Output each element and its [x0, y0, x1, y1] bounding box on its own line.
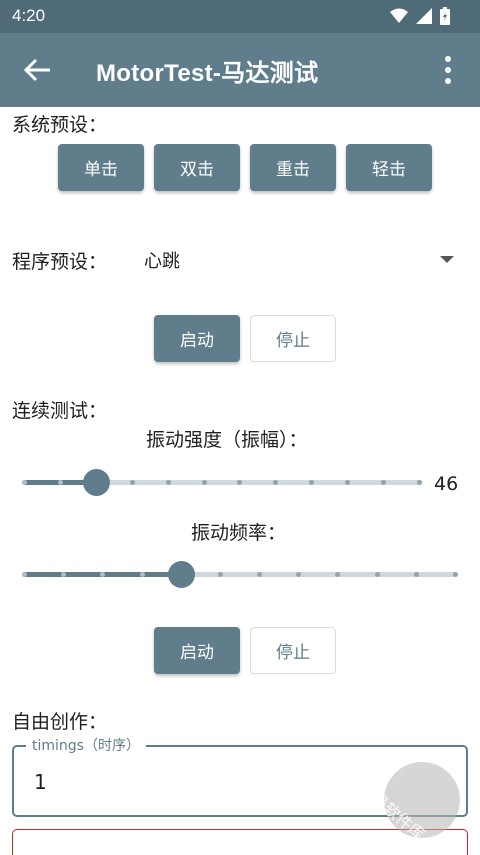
status-icons	[390, 7, 450, 25]
slider-tick	[139, 572, 145, 577]
preset-heavy-click-button[interactable]: 重击	[250, 144, 336, 191]
timings-field-value[interactable]: 1	[34, 770, 47, 794]
program-start-button[interactable]: 启动	[154, 315, 240, 362]
program-presets-label: 程序预设：	[12, 251, 108, 273]
status-bar: 4:20	[0, 0, 480, 33]
slider-tick	[217, 572, 223, 577]
slider-thumb[interactable]	[167, 561, 195, 588]
free-creation-label: 自由创作：	[12, 711, 108, 733]
battery-icon	[440, 7, 450, 25]
wifi-icon	[390, 8, 408, 23]
more-vert-icon[interactable]	[444, 55, 452, 85]
program-preset-selected: 心跳	[144, 251, 180, 272]
preset-double-click-button[interactable]: 双击	[154, 144, 240, 191]
continuous-test-label: 连续测试：	[12, 400, 108, 422]
preset-light-click-button[interactable]: 轻击	[346, 144, 432, 191]
timings-field-label: timings（时序）	[26, 735, 146, 755]
intensity-label: 振动强度（振幅）：	[146, 429, 308, 451]
continuous-start-button[interactable]: 启动	[154, 627, 240, 674]
frequency-slider[interactable]	[22, 560, 458, 590]
slider-tick	[22, 480, 27, 485]
slider-tick	[417, 480, 422, 485]
program-stop-button[interactable]: 停止	[250, 315, 336, 362]
slider-tick	[57, 480, 63, 485]
signal-icon	[416, 8, 432, 24]
slider-tick	[453, 572, 458, 577]
slider-tick	[201, 480, 207, 485]
slider-tick	[165, 480, 171, 485]
slider-tick	[374, 572, 380, 577]
slider-tick	[413, 572, 419, 577]
app-bar: MotorTest-马达测试	[0, 33, 480, 107]
intensity-value: 46	[434, 473, 459, 495]
page-title: MotorTest-马达测试	[96, 60, 319, 87]
status-time: 4:20	[12, 6, 46, 25]
intensity-slider[interactable]	[22, 468, 422, 498]
arrow-back-icon[interactable]	[22, 57, 52, 83]
dropdown-arrow-icon[interactable]	[440, 256, 454, 263]
system-presets-label: 系统预设：	[12, 114, 108, 136]
slider-tick	[22, 572, 27, 577]
frequency-label: 振动频率：	[191, 522, 287, 544]
preset-single-click-button[interactable]: 单击	[58, 144, 144, 191]
continuous-stop-button[interactable]: 停止	[250, 627, 336, 674]
amplitudes-field[interactable]	[12, 829, 468, 855]
slider-thumb[interactable]	[82, 469, 110, 496]
slider-tick	[129, 480, 135, 485]
